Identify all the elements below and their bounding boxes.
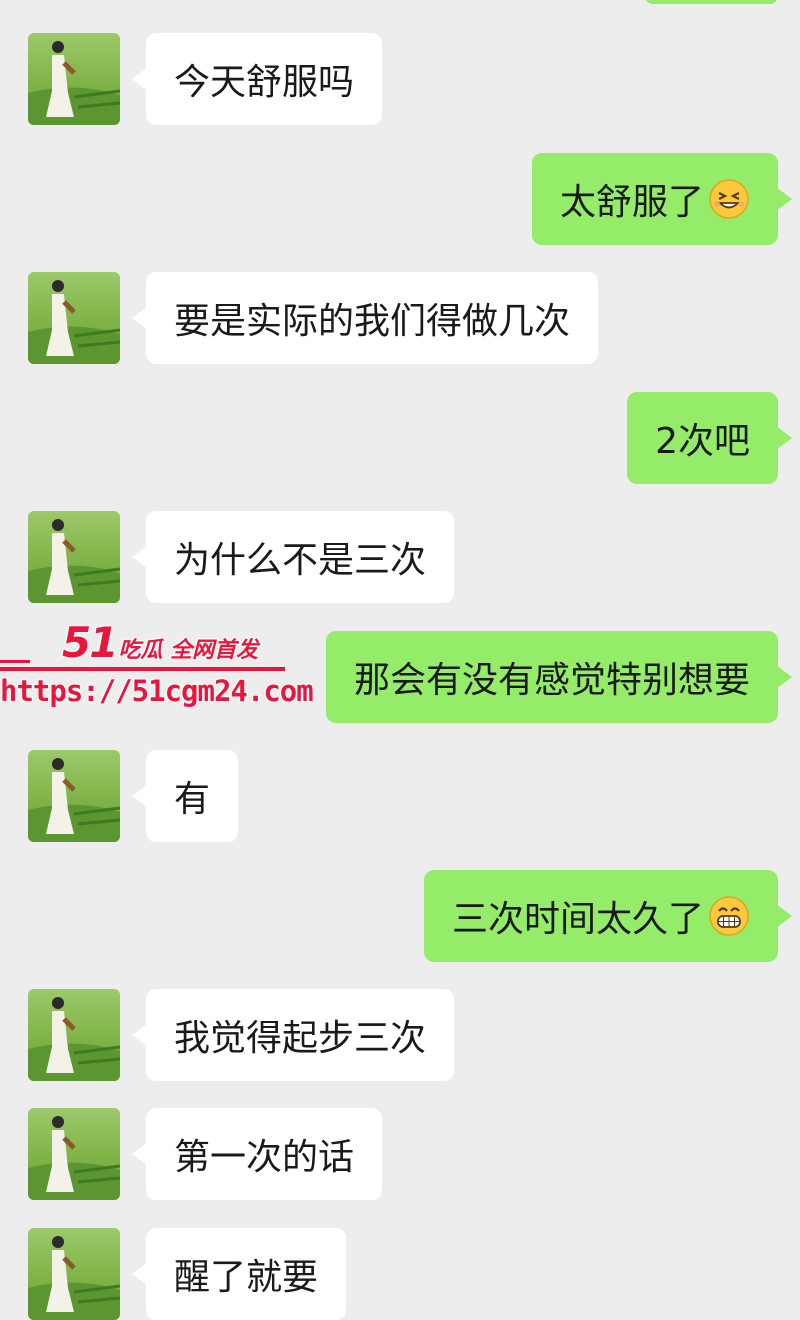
contact-avatar[interactable] bbox=[28, 989, 120, 1081]
message-text: 醒了就要 bbox=[174, 1257, 319, 1298]
message-text: 三次时间太久了 bbox=[451, 899, 704, 940]
message-text: 太舒服了 bbox=[559, 182, 704, 223]
message-text: 要是实际的我们得做几次 bbox=[174, 301, 571, 342]
chat-bubble-outgoing-partial[interactable] bbox=[645, 0, 778, 4]
chat-bubble-incoming[interactable]: 今天舒服吗 bbox=[131, 33, 383, 125]
contact-avatar[interactable] bbox=[28, 1228, 120, 1320]
watermark-brand: 51吃瓜 全网首发 bbox=[62, 618, 258, 667]
chat-bubble-incoming[interactable]: 醒了就要 bbox=[131, 1228, 347, 1320]
contact-avatar[interactable] bbox=[28, 272, 120, 364]
message-text: 2次吧 bbox=[655, 421, 750, 462]
chat-bubble-outgoing[interactable]: 那会有没有感觉特别想要 bbox=[325, 631, 793, 723]
watermark-divider bbox=[0, 660, 285, 671]
watermark: 51吃瓜 全网首发 https://51cgm24.com bbox=[0, 610, 314, 720]
chat-bubble-outgoing[interactable]: 太舒服了 bbox=[531, 153, 793, 245]
contact-avatar[interactable] bbox=[28, 33, 120, 125]
contact-avatar[interactable] bbox=[28, 511, 120, 603]
watermark-url: https://51cgm24.com bbox=[0, 674, 314, 708]
chat-bubble-incoming[interactable]: 我觉得起步三次 bbox=[131, 989, 455, 1081]
message-text: 那会有没有感觉特别想要 bbox=[353, 660, 750, 701]
watermark-tagline: 吃瓜 全网首发 bbox=[118, 638, 259, 663]
chat-bubble-incoming[interactable]: 为什么不是三次 bbox=[131, 511, 455, 603]
grin-emoji-icon bbox=[708, 895, 750, 937]
message-text: 为什么不是三次 bbox=[174, 540, 427, 581]
chat-bubble-incoming[interactable]: 要是实际的我们得做几次 bbox=[131, 272, 599, 364]
contact-avatar[interactable] bbox=[28, 750, 120, 842]
watermark-number: 51 bbox=[62, 618, 118, 667]
message-text: 今天舒服吗 bbox=[174, 62, 355, 103]
chat-bubble-incoming[interactable]: 有 bbox=[131, 750, 239, 842]
chat-bubble-incoming[interactable]: 第一次的话 bbox=[131, 1108, 383, 1200]
message-text: 我觉得起步三次 bbox=[174, 1018, 427, 1059]
message-text: 有 bbox=[174, 779, 211, 820]
message-text: 第一次的话 bbox=[174, 1137, 355, 1178]
contact-avatar[interactable] bbox=[28, 1108, 120, 1200]
chat-area: 今天舒服吗 太舒服了 要是实际的我们得做几次 2次吧 为什么不是三次 那会有没有… bbox=[0, 0, 800, 1320]
grin-squint-emoji-icon bbox=[708, 178, 750, 220]
chat-bubble-outgoing[interactable]: 三次时间太久了 bbox=[423, 870, 793, 962]
chat-bubble-outgoing[interactable]: 2次吧 bbox=[627, 392, 792, 484]
